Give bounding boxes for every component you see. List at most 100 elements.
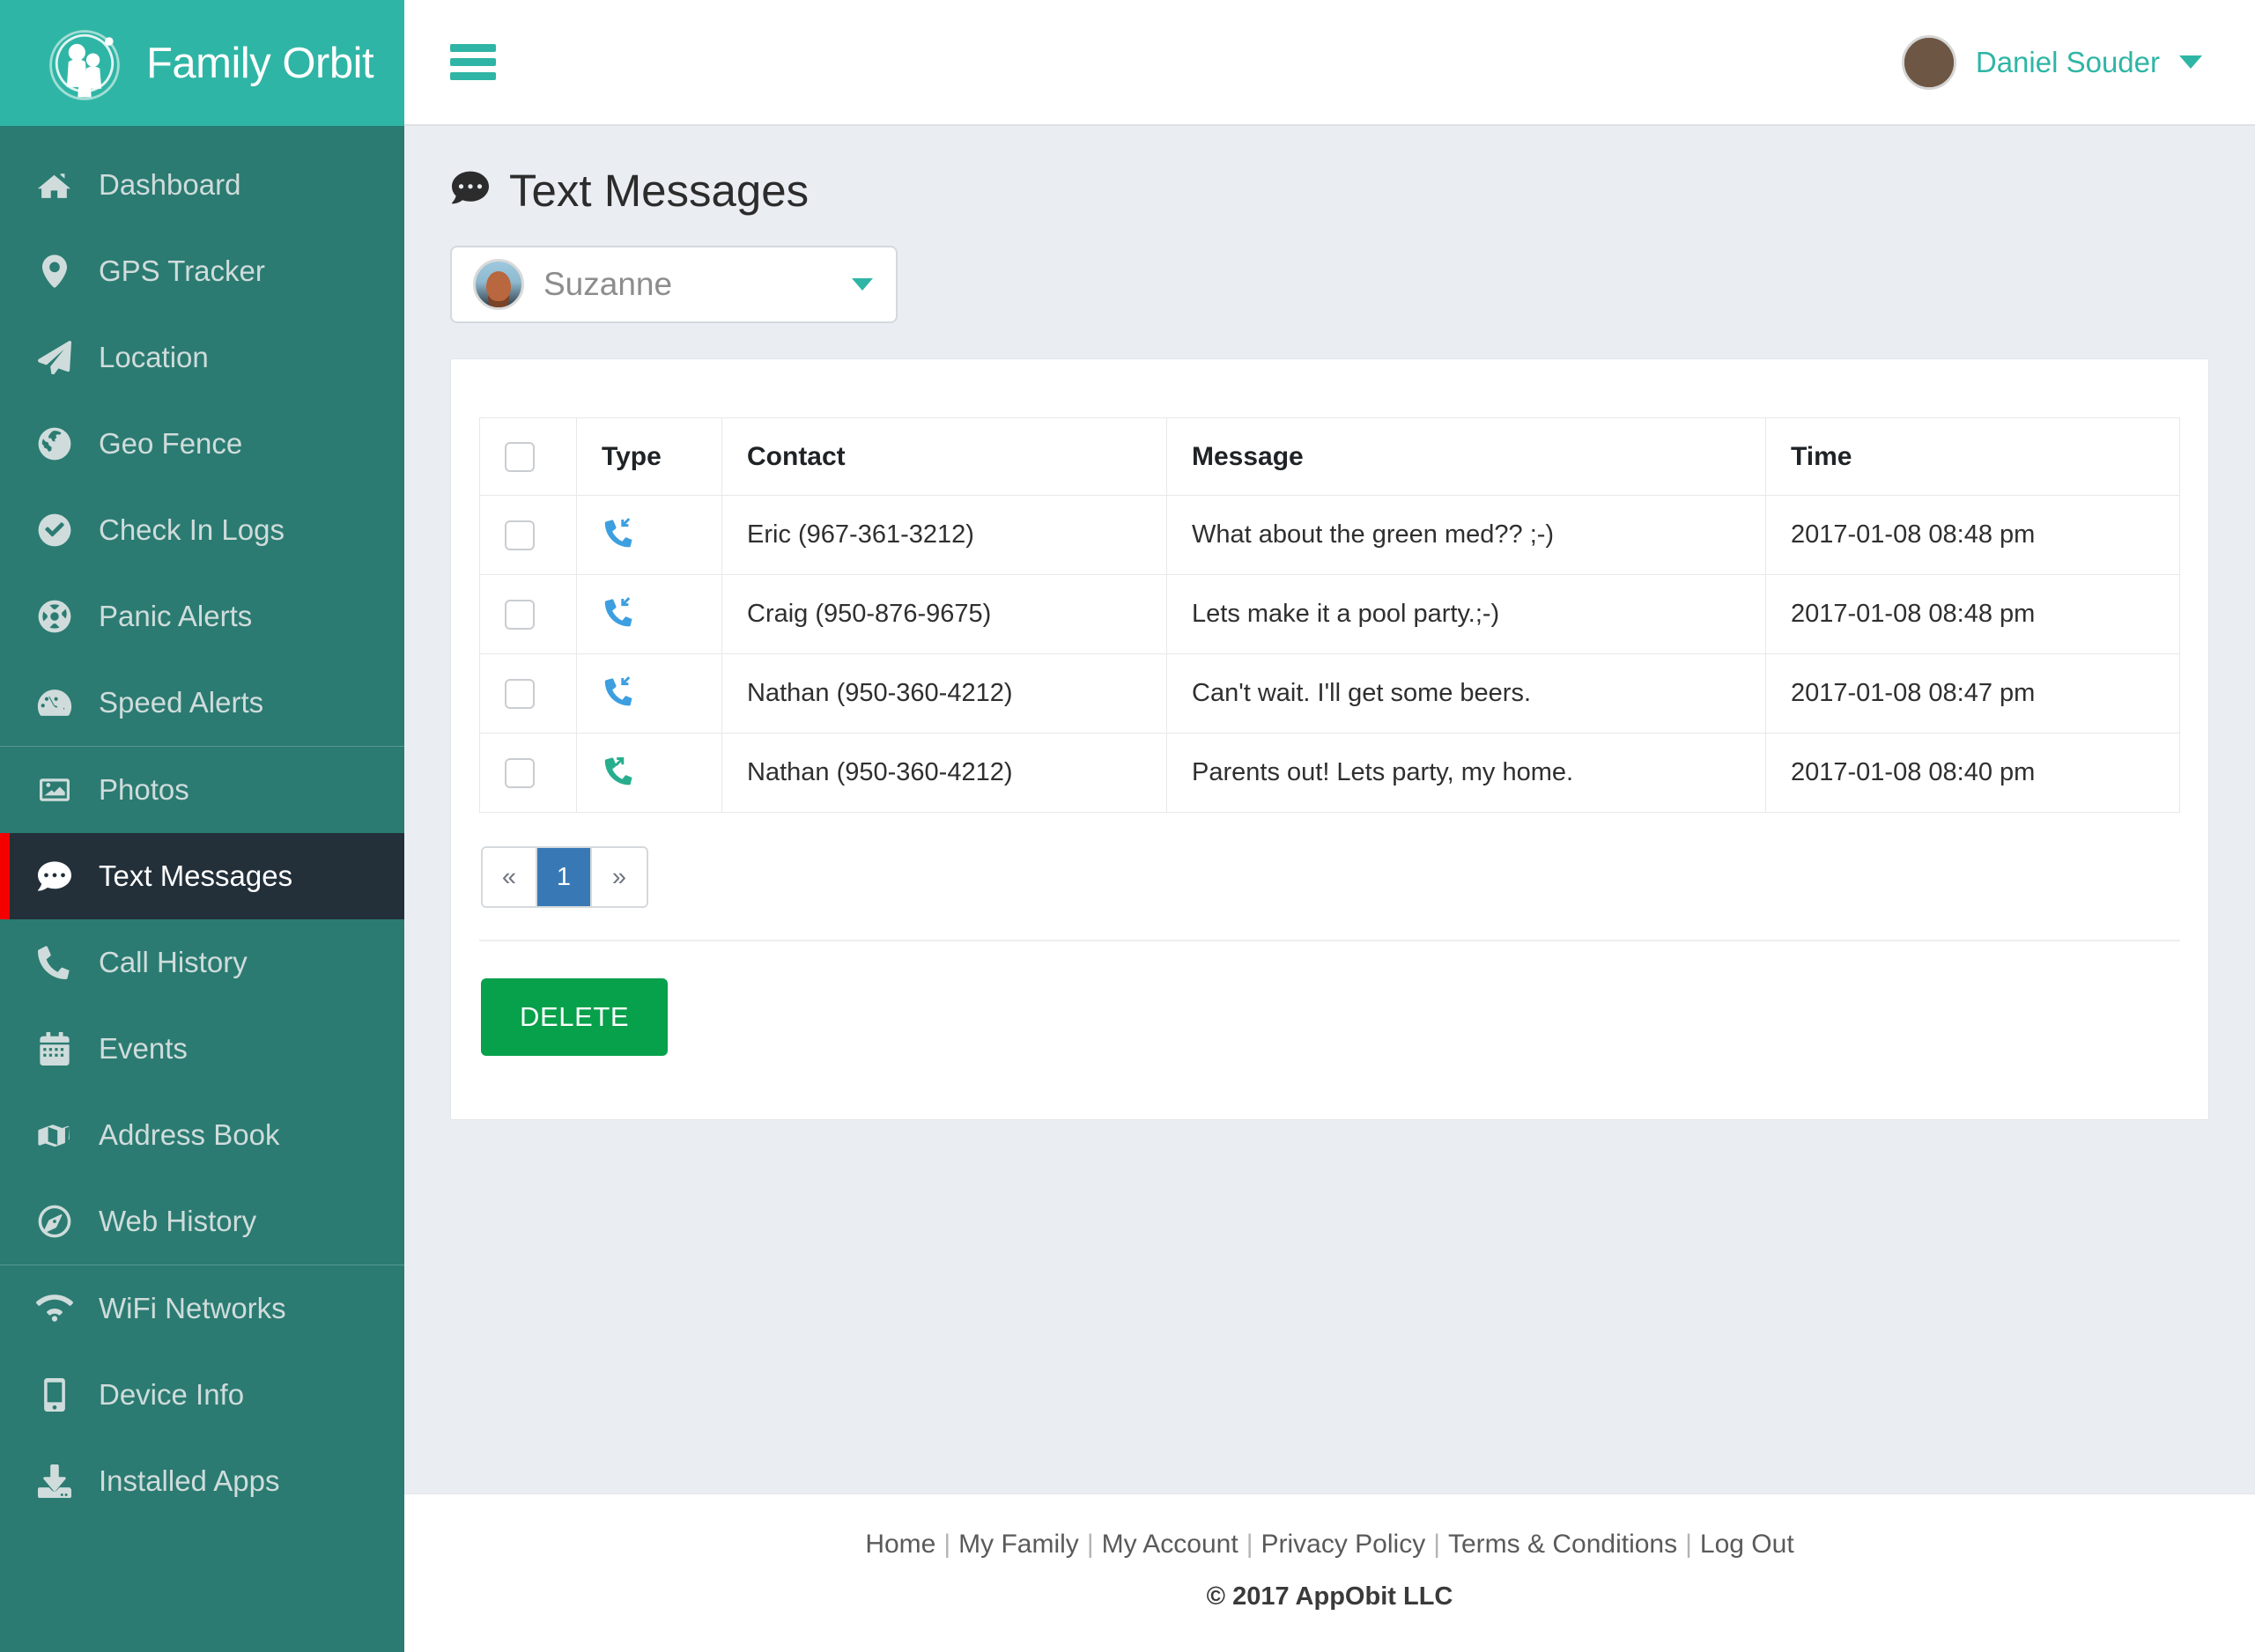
footer-link-log-out[interactable]: Log Out xyxy=(1700,1530,1794,1559)
compass-icon xyxy=(35,1205,74,1238)
row-time: 2017-01-08 08:40 pm xyxy=(1765,733,2180,813)
sidebar-item-geo-fence[interactable]: Geo Fence xyxy=(0,401,404,487)
sidebar-item-label: Call History xyxy=(99,946,248,978)
sidebar-item-label: WiFi Networks xyxy=(99,1292,286,1324)
brand-header[interactable]: Family Orbit xyxy=(0,0,404,126)
table-row[interactable]: Nathan (950-360-4212) Parents out! Lets … xyxy=(479,733,2180,813)
table-row[interactable]: Eric (967-361-3212) What about the green… xyxy=(479,495,2180,575)
footer-separator: | xyxy=(943,1530,951,1559)
phone-outgoing-icon xyxy=(602,753,697,793)
footer-separator: | xyxy=(1685,1530,1692,1559)
row-contact: Eric (967-361-3212) xyxy=(721,495,1167,575)
pagination-prev[interactable]: « xyxy=(483,848,537,906)
row-time: 2017-01-08 08:48 pm xyxy=(1765,495,2180,575)
row-checkbox[interactable] xyxy=(505,599,535,630)
table-body: Eric (967-361-3212) What about the green… xyxy=(479,495,2180,813)
sidebar-item-call-history[interactable]: Call History xyxy=(0,919,404,1006)
sidebar-item-wifi-networks[interactable]: WiFi Networks xyxy=(0,1265,404,1352)
row-time: 2017-01-08 08:47 pm xyxy=(1765,653,2180,734)
row-type-cell xyxy=(576,495,722,575)
row-checkbox[interactable] xyxy=(505,678,535,709)
row-contact: Nathan (950-360-4212) xyxy=(721,653,1167,734)
sidebar-item-location[interactable]: Location xyxy=(0,314,404,401)
sidebar-item-text-messages[interactable]: Text Messages xyxy=(0,833,404,919)
row-message: Lets make it a pool party.;-) xyxy=(1166,574,1766,654)
table-row[interactable]: Nathan (950-360-4212) Can't wait. I'll g… xyxy=(479,653,2180,734)
globe-icon xyxy=(35,427,74,461)
footer-link-privacy-policy[interactable]: Privacy Policy xyxy=(1261,1530,1425,1559)
child-selected-name: Suzanne xyxy=(543,266,673,302)
footer: Home | My Family | My Account | Privacy Policy… xyxy=(404,1493,2255,1652)
sidebar-item-label: Text Messages xyxy=(99,859,293,892)
sidebar-item-photos[interactable]: Photos xyxy=(0,747,404,833)
family-orbit-logo-icon xyxy=(42,21,127,106)
column-header-contact: Contact xyxy=(721,417,1167,496)
row-checkbox-cell xyxy=(479,653,577,734)
pagination-next[interactable]: » xyxy=(592,848,647,906)
sidebar-item-label: Location xyxy=(99,341,209,373)
sidebar-item-label: Check In Logs xyxy=(99,513,285,546)
sidebar-item-device-info[interactable]: Device Info xyxy=(0,1352,404,1438)
tachometer-icon xyxy=(35,688,74,718)
wifi-icon xyxy=(35,1294,74,1324)
life-ring-icon xyxy=(35,600,74,633)
sidebar-nav: Dashboard GPS Tracker Location Geo Fence xyxy=(0,126,404,1652)
sidebar-item-dashboard[interactable]: Dashboard xyxy=(0,142,404,228)
sidebar-item-label: Speed Alerts xyxy=(99,686,264,719)
top-bar: Daniel Souder xyxy=(404,0,2255,126)
page-title: Text Messages xyxy=(450,165,2209,217)
calendar-icon xyxy=(35,1032,74,1066)
download-icon xyxy=(35,1464,74,1498)
row-type-cell xyxy=(576,574,722,654)
table-header-row: Type Contact Message Time xyxy=(479,417,2180,496)
sidebar-item-label: Device Info xyxy=(99,1378,245,1411)
row-checkbox-cell xyxy=(479,574,577,654)
footer-link-terms-conditions[interactable]: Terms & Conditions xyxy=(1448,1530,1677,1559)
table-row[interactable]: Craig (950-876-9675) Lets make it a pool… xyxy=(479,574,2180,654)
sidebar-item-events[interactable]: Events xyxy=(0,1006,404,1092)
check-circle-icon xyxy=(35,513,74,547)
table-head: Type Contact Message Time xyxy=(479,417,2180,496)
book-icon xyxy=(35,1118,74,1152)
user-menu[interactable]: Daniel Souder xyxy=(1901,34,2202,90)
select-all-checkbox[interactable] xyxy=(505,442,535,473)
sidebar-item-address-book[interactable]: Address Book xyxy=(0,1092,404,1178)
child-selector[interactable]: Suzanne xyxy=(450,246,898,323)
footer-links: Home | My Family | My Account | Privacy Policy… xyxy=(404,1530,2255,1560)
app-root: Family Orbit Dashboard GPS Tracker Locat xyxy=(0,0,2255,1652)
footer-separator: | xyxy=(1086,1530,1094,1559)
copyright: © 2017 AppObit LLC xyxy=(1206,1582,1453,1611)
footer-link-my-family[interactable]: My Family xyxy=(958,1530,1079,1559)
sidebar-item-web-history[interactable]: Web History xyxy=(0,1178,404,1265)
sidebar: Family Orbit Dashboard GPS Tracker Locat xyxy=(0,0,404,1652)
hamburger-icon[interactable] xyxy=(450,38,496,86)
row-type-cell xyxy=(576,733,722,813)
column-header-type: Type xyxy=(576,417,722,496)
sidebar-item-gps-tracker[interactable]: GPS Tracker xyxy=(0,228,404,314)
footer-link-home[interactable]: Home xyxy=(865,1530,935,1559)
chevron-down-icon[interactable] xyxy=(2179,55,2202,69)
pagination-page-1[interactable]: 1 xyxy=(537,848,592,906)
sidebar-item-label: Photos xyxy=(99,773,189,806)
pagination: « 1 » xyxy=(481,846,648,908)
caret-down-icon[interactable] xyxy=(852,278,873,291)
sidebar-item-installed-apps[interactable]: Installed Apps xyxy=(0,1438,404,1524)
sidebar-item-label: Web History xyxy=(99,1205,257,1237)
column-header-message: Message xyxy=(1166,417,1766,496)
row-message: Parents out! Lets party, my home. xyxy=(1166,733,1766,813)
row-checkbox[interactable] xyxy=(505,520,535,550)
phone-incoming-icon xyxy=(602,594,697,635)
footer-separator: | xyxy=(1246,1530,1253,1559)
sidebar-item-speed-alerts[interactable]: Speed Alerts xyxy=(0,660,404,746)
comment-dots-icon xyxy=(35,859,74,893)
footer-link-my-account[interactable]: My Account xyxy=(1102,1530,1238,1559)
sidebar-item-check-in-logs[interactable]: Check In Logs xyxy=(0,487,404,573)
home-icon xyxy=(35,170,74,200)
sidebar-item-label: Panic Alerts xyxy=(99,600,253,632)
row-checkbox-cell xyxy=(479,733,577,813)
sidebar-item-panic-alerts[interactable]: Panic Alerts xyxy=(0,573,404,660)
delete-button[interactable]: DELETE xyxy=(481,978,669,1056)
sidebar-item-label: Address Book xyxy=(99,1118,280,1151)
row-checkbox[interactable] xyxy=(505,757,535,788)
sidebar-item-label: Events xyxy=(99,1032,188,1065)
